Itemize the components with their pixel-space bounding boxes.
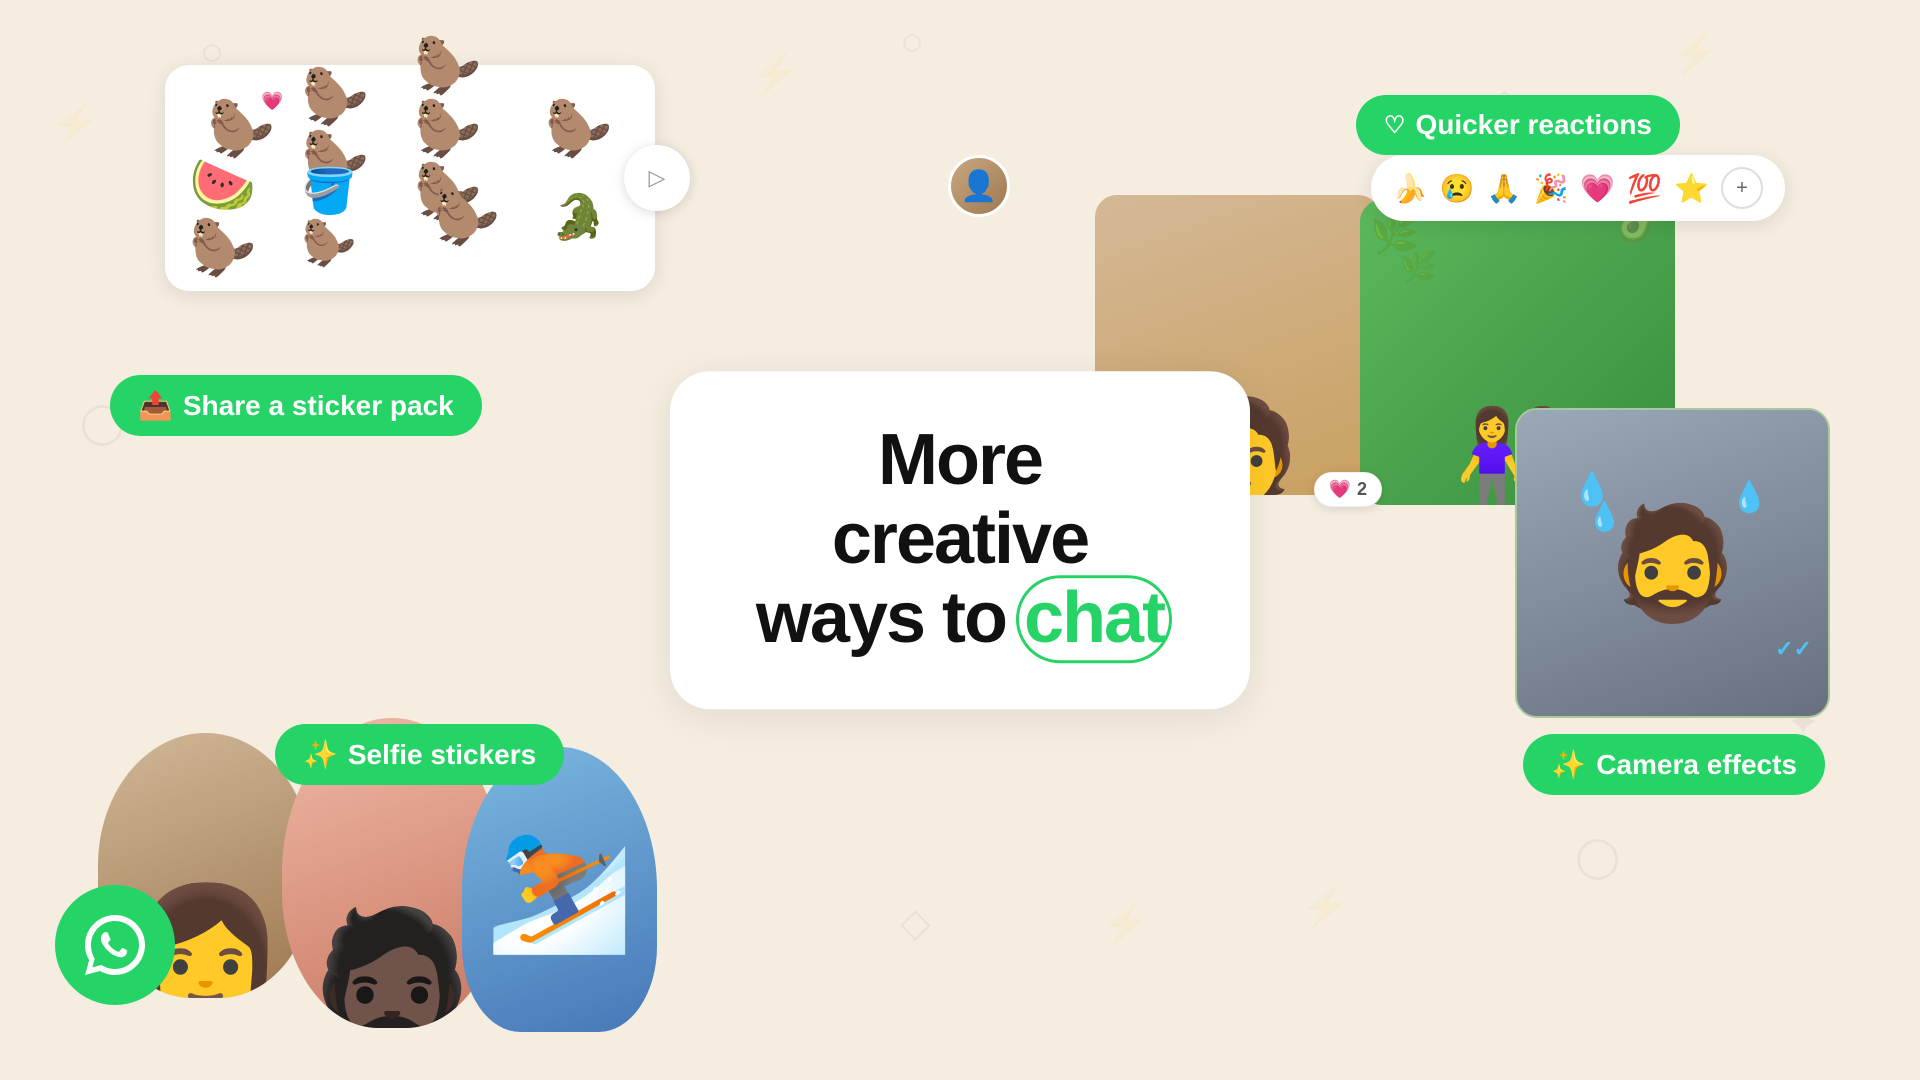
heart-icon: ♡	[1384, 111, 1406, 140]
double-checkmark: ✓✓	[1775, 636, 1812, 662]
selfie-stickers-icon: ✨	[303, 738, 338, 771]
send-button[interactable]: ▷	[624, 145, 690, 211]
whatsapp-icon	[79, 909, 151, 981]
emoji-party[interactable]: 🎉	[1534, 172, 1569, 205]
emoji-pray[interactable]: 🙏	[1487, 172, 1522, 205]
camera-effects-icon: ✨	[1551, 748, 1586, 781]
bg-deco-10: ◇	[900, 900, 931, 946]
bg-deco-12: ◯	[1575, 834, 1620, 880]
add-reaction-button[interactable]: +	[1721, 167, 1763, 209]
bg-deco-1: ⚡	[50, 100, 100, 147]
center-text-box: More creative ways to chat	[670, 371, 1250, 709]
emoji-heart[interactable]: 💗	[1580, 172, 1615, 205]
sticker-2: 🦫🦫	[302, 89, 407, 169]
sticker-8: 🐊	[527, 177, 632, 257]
bg-deco-4: ⚡	[750, 50, 800, 97]
camera-effects-label: Camera effects	[1596, 749, 1797, 781]
badge-share-sticker-pack[interactable]: 📤 Share a sticker pack	[110, 375, 482, 436]
bg-deco-7: ⚡	[1670, 30, 1720, 77]
emoji-star[interactable]: ⭐	[1674, 172, 1709, 205]
sticker-3: 🦫🦫🦫	[414, 89, 519, 169]
heart-count: 2	[1357, 479, 1367, 500]
sticker-1: 🦫💗	[189, 89, 294, 169]
sticker-5: 🍉🦫	[189, 177, 294, 257]
whatsapp-circle	[55, 885, 175, 1005]
headline-line1: More creative	[832, 420, 1088, 579]
share-sticker-label: Share a sticker pack	[183, 390, 454, 422]
selfie-stickers-label: Selfie stickers	[348, 739, 536, 771]
heart-emoji: 💗	[1329, 479, 1351, 500]
share-sticker-icon: 📤	[138, 389, 173, 422]
person-skier-photo: ⛷️	[462, 747, 657, 1032]
badge-camera-effects[interactable]: ✨ Camera effects	[1523, 734, 1825, 795]
emoji-crying[interactable]: 😢	[1440, 172, 1475, 205]
profile-avatar: 👤	[948, 155, 1010, 217]
main-headline: More creative ways to chat	[750, 421, 1170, 659]
emoji-banana[interactable]: 🍌	[1393, 172, 1428, 205]
emoji-100[interactable]: 💯	[1627, 172, 1662, 205]
sticker-grid: 🦫💗 🦫🦫 🦫🦫🦫 🦫 🍉🦫 🪣🦫 🦫 🐊	[189, 89, 631, 257]
quicker-reactions-label: Quicker reactions	[1415, 109, 1652, 141]
sticker-7: 🦫	[414, 177, 519, 257]
headline-chat-word: chat	[1024, 580, 1164, 659]
bg-deco-13: ⚡	[1100, 900, 1150, 947]
headline-line2: ways to	[756, 579, 1006, 659]
sticker-6: 🪣🦫	[302, 177, 407, 257]
reaction-bar: 🍌 😢 🙏 🎉 💗 💯 ⭐ +	[1371, 155, 1785, 221]
whatsapp-logo	[55, 885, 175, 1005]
crying-man-photo-card: 🧔 💧 💧 💧	[1515, 408, 1830, 718]
bg-deco-16: ⚡	[1300, 883, 1350, 930]
heart-reaction-bubble: 💗 2	[1314, 472, 1382, 507]
badge-quicker-reactions[interactable]: ♡ Quicker reactions	[1356, 95, 1680, 155]
badge-selfie-stickers[interactable]: ✨ Selfie stickers	[275, 724, 564, 785]
page: ⚡ ○ ◇ ⚡ ○ ◇ ⚡ ◯ ⚡ ◇ ✦ ◯ ⚡ ✦ ◇ ⚡ ◯ 🦫💗 🦫🦫 …	[0, 0, 1920, 1080]
sticker-pack-card: 🦫💗 🦫🦫 🦫🦫🦫 🦫 🍉🦫 🪣🦫 🦫 🐊 ▷	[165, 65, 655, 291]
sticker-4: 🦫	[527, 89, 632, 169]
bg-deco-5: ○	[900, 20, 924, 65]
